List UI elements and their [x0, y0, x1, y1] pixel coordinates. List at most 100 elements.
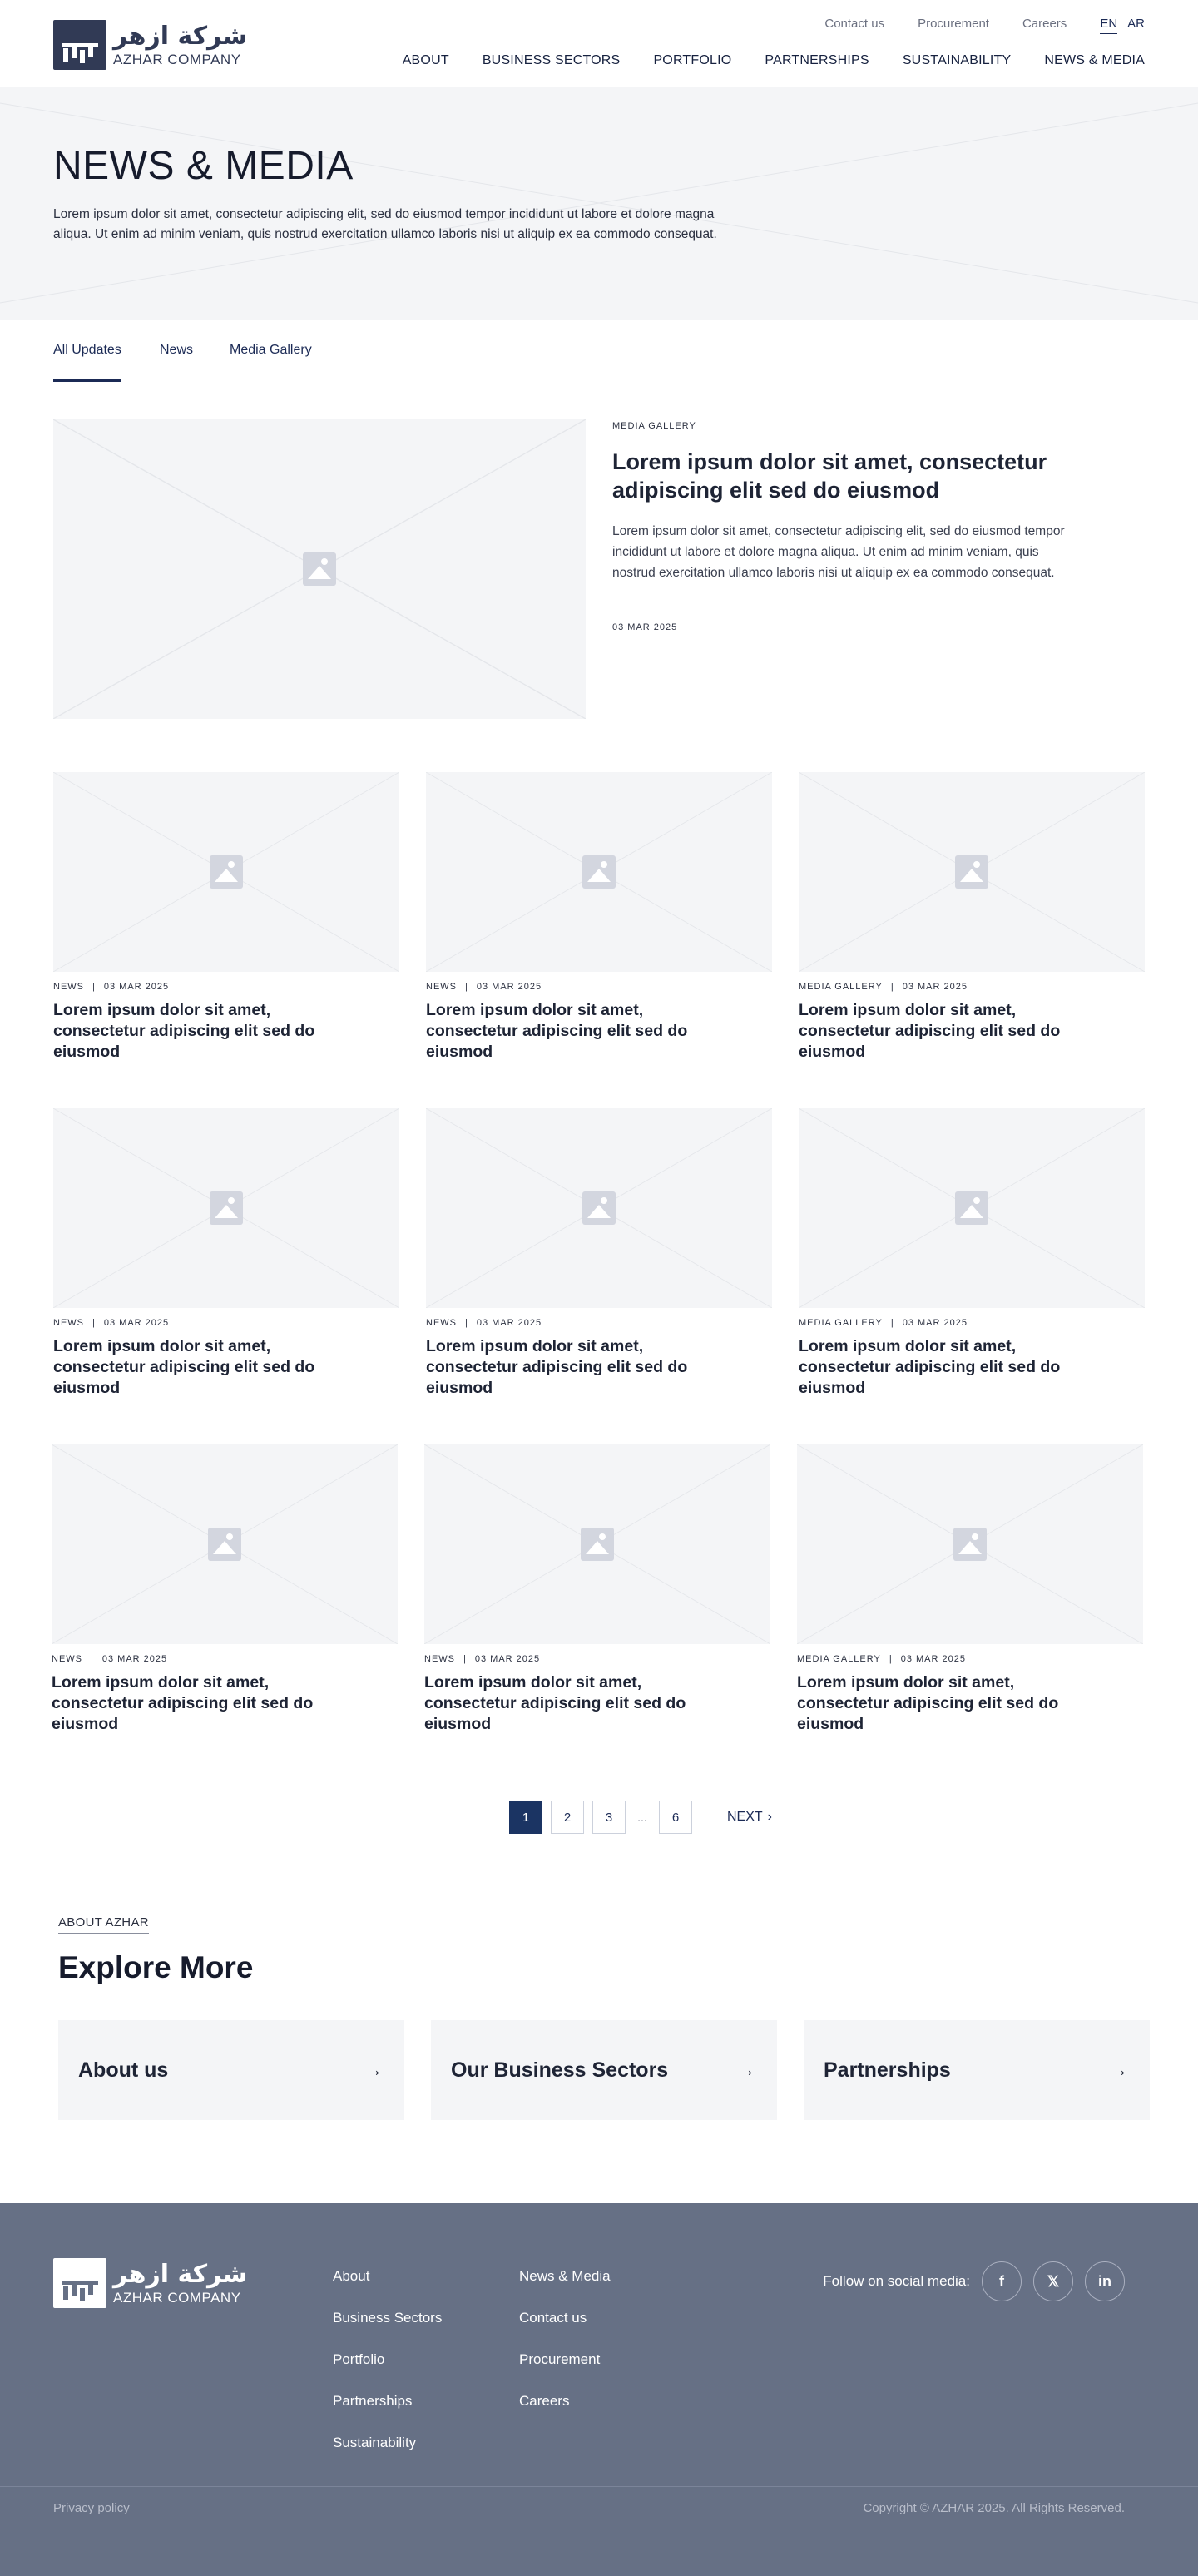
- card-title[interactable]: Lorem ipsum dolor sit amet, consectetur …: [53, 1000, 353, 1063]
- footer-link-news-media[interactable]: News & Media: [519, 2268, 611, 2285]
- tab-media-gallery[interactable]: Media Gallery: [230, 343, 312, 358]
- filter-tabs: All Updates News Media Gallery: [0, 320, 1198, 382]
- card-separator: |: [91, 1654, 94, 1664]
- card-image[interactable]: [426, 772, 772, 972]
- card-title[interactable]: Lorem ipsum dolor sit amet, consectetur …: [426, 1000, 725, 1063]
- facebook-icon[interactable]: f: [982, 2261, 1022, 2301]
- card-image[interactable]: [53, 1108, 399, 1308]
- nav-business-sectors[interactable]: BUSINESS SECTORS: [483, 53, 621, 68]
- page-title: NEWS & MEDIA: [53, 144, 354, 188]
- card-date: 03 MAR 2025: [900, 1654, 966, 1664]
- footer-col-1: About Business Sectors Portfolio Partner…: [333, 2268, 442, 2451]
- card-category: MEDIA GALLERY: [799, 1318, 883, 1328]
- hero-pattern: [0, 102, 1198, 304]
- language-switcher: EN AR: [1100, 17, 1145, 34]
- privacy-policy-link[interactable]: Privacy policy: [53, 2501, 130, 2515]
- card-date: 03 MAR 2025: [474, 1654, 541, 1664]
- card-title[interactable]: Lorem ipsum dolor sit amet, consectetur …: [52, 1672, 351, 1735]
- util-contact-link[interactable]: Contact us: [824, 17, 884, 34]
- nav-about[interactable]: ABOUT: [403, 53, 449, 68]
- nav-news-media[interactable]: NEWS & MEDIA: [1044, 53, 1145, 68]
- lang-ar[interactable]: AR: [1127, 17, 1145, 34]
- site-header: شركة ازهر AZHAR COMPANY Contact us Procu…: [0, 0, 1198, 87]
- footer-link-sustainability[interactable]: Sustainability: [333, 2435, 442, 2451]
- card-date: 03 MAR 2025: [902, 982, 968, 992]
- footer-link-about[interactable]: About: [333, 2268, 442, 2285]
- explore-card-business-sectors[interactable]: Our Business Sectors →: [431, 2020, 777, 2120]
- image-placeholder-icon: [955, 855, 988, 889]
- card-title[interactable]: Lorem ipsum dolor sit amet, consectetur …: [797, 1672, 1097, 1735]
- explore-card-about[interactable]: About us →: [58, 2020, 404, 2120]
- chevron-right-icon: ›: [767, 1810, 772, 1824]
- lang-en[interactable]: EN: [1100, 17, 1118, 34]
- card-title[interactable]: Lorem ipsum dolor sit amet, consectetur …: [799, 1000, 1098, 1063]
- explore-card-label: About us: [78, 2058, 169, 2082]
- featured-title[interactable]: Lorem ipsum dolor sit amet, consectetur …: [612, 448, 1095, 504]
- footer-logo[interactable]: شركة ازهر AZHAR COMPANY: [53, 2258, 250, 2308]
- footer-link-portfolio[interactable]: Portfolio: [333, 2351, 442, 2368]
- footer-link-partnerships[interactable]: Partnerships: [333, 2393, 442, 2410]
- card-title[interactable]: Lorem ipsum dolor sit amet, consectetur …: [799, 1336, 1098, 1399]
- card-separator: |: [890, 1318, 894, 1328]
- util-careers-link[interactable]: Careers: [1022, 17, 1067, 34]
- page-3-button[interactable]: 3: [592, 1801, 626, 1834]
- card-image[interactable]: [797, 1444, 1143, 1644]
- card-meta: MEDIA GALLERY | 03 MAR 2025: [797, 1654, 966, 1664]
- featured-image[interactable]: [53, 419, 586, 719]
- card-separator: |: [890, 982, 894, 992]
- nav-portfolio[interactable]: PORTFOLIO: [653, 53, 731, 68]
- card-separator: |: [889, 1654, 893, 1664]
- footer-divider: [0, 2486, 1198, 2487]
- card-category: NEWS: [52, 1654, 82, 1664]
- card-image[interactable]: [52, 1444, 398, 1644]
- card-date: 03 MAR 2025: [476, 1318, 542, 1328]
- featured-description: Lorem ipsum dolor sit amet, consectetur …: [612, 524, 1065, 580]
- image-placeholder-icon: [582, 1191, 616, 1225]
- card-image[interactable]: [426, 1108, 772, 1308]
- card-title[interactable]: Lorem ipsum dolor sit amet, consectetur …: [53, 1336, 353, 1399]
- next-page-button[interactable]: NEXT ›: [727, 1810, 772, 1825]
- logo-mark-icon: [53, 20, 106, 70]
- card-category: NEWS: [424, 1654, 455, 1664]
- card-image[interactable]: [799, 772, 1145, 972]
- tab-news[interactable]: News: [160, 343, 193, 358]
- image-placeholder-icon: [210, 1191, 243, 1225]
- card-date: 03 MAR 2025: [103, 1318, 170, 1328]
- arrow-right-icon: →: [1110, 2059, 1128, 2080]
- arrow-right-icon: →: [364, 2059, 383, 2080]
- hero-banner: NEWS & MEDIA Lorem ipsum dolor sit amet,…: [0, 87, 1198, 320]
- card-title[interactable]: Lorem ipsum dolor sit amet, consectetur …: [426, 1336, 725, 1399]
- footer-link-contact[interactable]: Contact us: [519, 2310, 611, 2326]
- explore-card-partnerships[interactable]: Partnerships →: [804, 2020, 1150, 2120]
- next-label: NEXT: [727, 1810, 763, 1824]
- logo[interactable]: شركة ازهر AZHAR COMPANY: [53, 20, 250, 70]
- footer-link-careers[interactable]: Careers: [519, 2393, 611, 2410]
- card-image[interactable]: [53, 772, 399, 972]
- footer-link-business-sectors[interactable]: Business Sectors: [333, 2310, 442, 2326]
- logo-english-text: AZHAR COMPANY: [113, 2289, 241, 2306]
- tab-all-updates[interactable]: All Updates: [53, 343, 121, 382]
- featured-date: 03 MAR 2025: [612, 622, 678, 632]
- explore-title: Explore More: [58, 1950, 254, 1984]
- arrow-right-icon: →: [737, 2059, 755, 2080]
- page-1-button[interactable]: 1: [509, 1801, 542, 1834]
- card-title[interactable]: Lorem ipsum dolor sit amet, consectetur …: [424, 1672, 724, 1735]
- card-date: 03 MAR 2025: [103, 982, 170, 992]
- nav-sustainability[interactable]: SUSTAINABILITY: [903, 53, 1012, 68]
- util-procurement-link[interactable]: Procurement: [918, 17, 989, 34]
- nav-partnerships[interactable]: PARTNERSHIPS: [765, 53, 869, 68]
- footer-link-procurement[interactable]: Procurement: [519, 2351, 611, 2368]
- footer-col-2: News & Media Contact us Procurement Care…: [519, 2268, 611, 2410]
- linkedin-icon[interactable]: in: [1085, 2261, 1125, 2301]
- image-placeholder-icon: [955, 1191, 988, 1225]
- card-meta: NEWS | 03 MAR 2025: [424, 1654, 540, 1664]
- x-icon[interactable]: 𝕏: [1033, 2261, 1073, 2301]
- image-placeholder-icon: [581, 1528, 614, 1561]
- card-image[interactable]: [424, 1444, 770, 1644]
- card-meta: NEWS | 03 MAR 2025: [53, 1318, 169, 1328]
- card-image[interactable]: [799, 1108, 1145, 1308]
- logo-arabic-text: شركة ازهر: [113, 21, 248, 51]
- explore-card-label: Our Business Sectors: [451, 2058, 669, 2082]
- page-2-button[interactable]: 2: [551, 1801, 584, 1834]
- page-6-button[interactable]: 6: [659, 1801, 692, 1834]
